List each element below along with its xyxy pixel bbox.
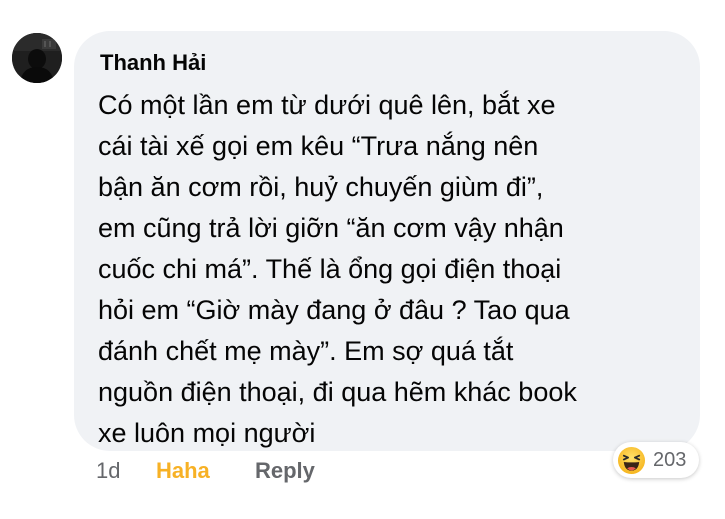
avatar-image xyxy=(12,33,62,83)
reaction-count: 203 xyxy=(653,448,687,471)
comment-line: em cũng trả lời giỡn “ăn cơm vậy nhận xyxy=(98,213,564,243)
comment-timestamp[interactable]: 1d xyxy=(96,458,120,484)
comment-line: bận ăn cơm rồi, huỷ chuyến giùm đi”, xyxy=(98,172,544,202)
haha-reaction-button[interactable]: Haha xyxy=(156,458,210,484)
comment-text: Có một lần em từ dưới quê lên, bắt xe cá… xyxy=(98,85,690,454)
comment-line: nguồn điện thoại, đi qua hẽm khác book xyxy=(98,377,577,407)
comment-line: xe luôn mọi người xyxy=(98,418,316,448)
comment-line: Có một lần em từ dưới quê lên, bắt xe xyxy=(98,90,556,120)
comment-author[interactable]: Thanh Hải xyxy=(100,50,206,76)
comment-bubble: Thanh Hải Có một lần em từ dưới quê lên,… xyxy=(74,31,700,451)
comment-line: đánh chết mẹ mày”. Em sợ quá tắt xyxy=(98,336,514,366)
haha-emoji-icon xyxy=(617,446,646,474)
reply-button[interactable]: Reply xyxy=(255,458,315,484)
avatar[interactable] xyxy=(12,33,62,83)
comment-line: cuốc chi má”. Thế là ổng gọi điện thoại xyxy=(98,254,562,284)
reaction-summary[interactable]: 203 xyxy=(613,442,699,478)
comment-line: hỏi em “Giờ mày đang ở đâu ? Tao qua xyxy=(98,295,570,325)
comment-line: cái tài xế gọi em kêu “Trưa nắng nên xyxy=(98,131,539,161)
